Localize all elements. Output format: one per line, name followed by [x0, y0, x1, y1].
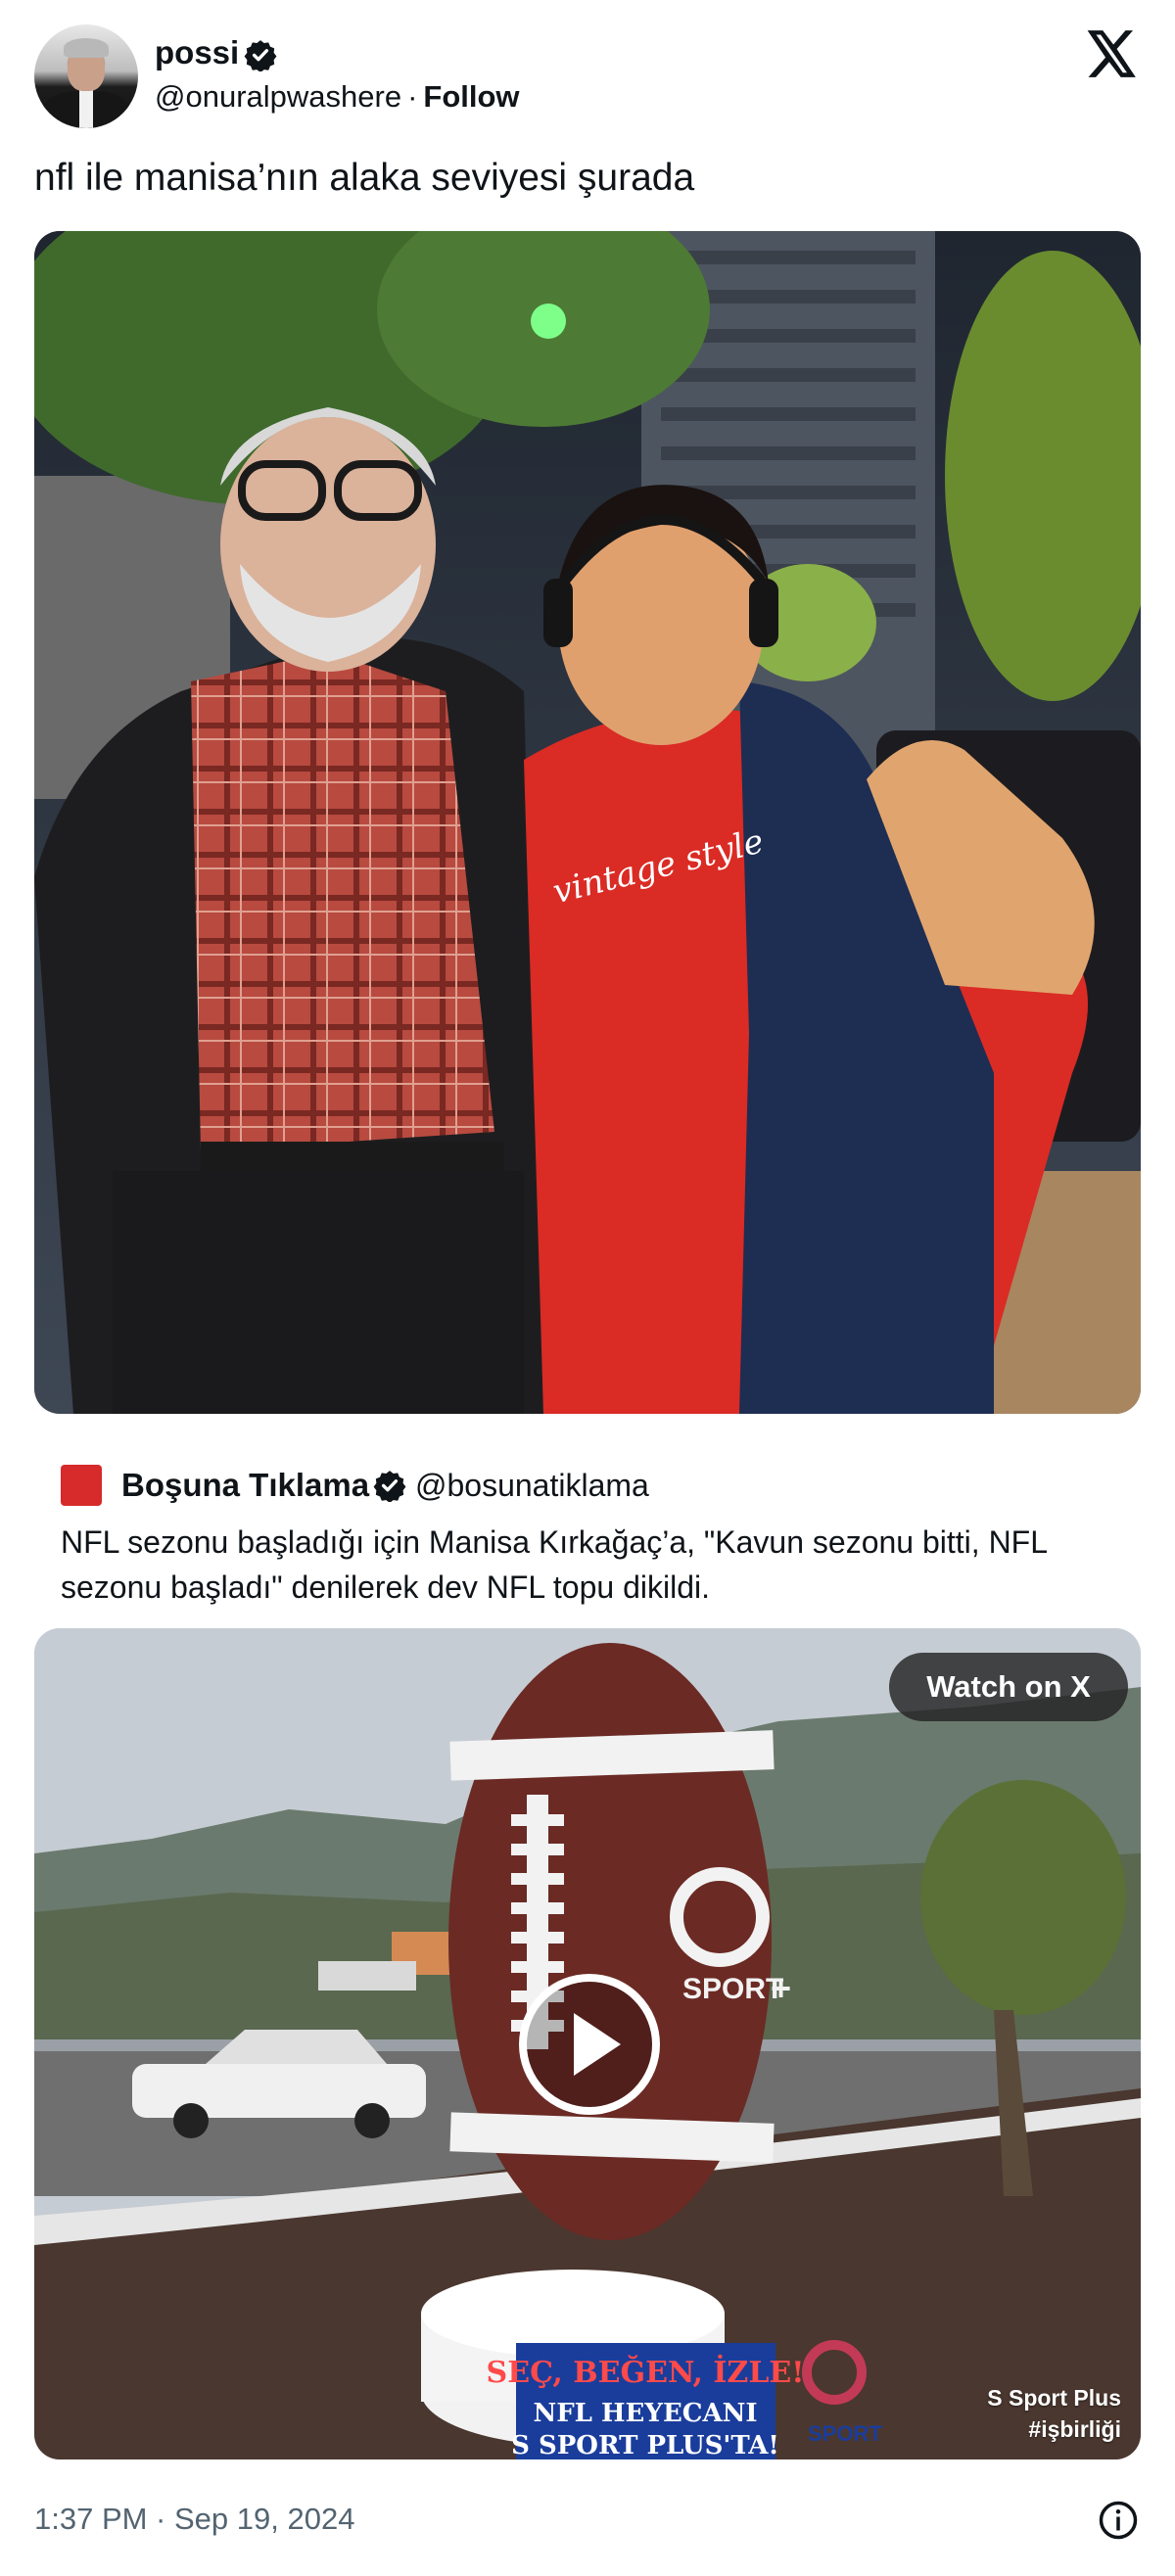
author-handle[interactable]: @onuralpwashere: [155, 79, 401, 114]
quoted-tweet-text: NFL sezonu başladığı için Manisa Kırkağa…: [61, 1524, 1047, 1605]
quoted-tweet-header[interactable]: Boşuna Tıklama @bosunatiklama: [61, 1463, 1138, 1506]
verified-badge-icon: [244, 40, 277, 71]
base-line1: SEÇ, BEĞEN, İZLE!: [487, 2354, 805, 2390]
ball-brand-text: SPORT: [682, 1973, 783, 2005]
separator: ·: [407, 79, 418, 114]
ball-brand-plus: +: [771, 1968, 791, 2008]
photo-illustration: vintage style: [34, 231, 1141, 1414]
watermark-line2: #işbirliği: [1028, 2416, 1121, 2442]
video-watermark: S Sport Plus #işbirliği: [974, 2382, 1121, 2445]
author-name[interactable]: possi: [155, 34, 239, 71]
author-handle-row: @onuralpwashere · Follow: [155, 79, 520, 115]
avatar[interactable]: [34, 24, 138, 128]
tweet-text: nfl ile manisa’nın alaka seviyesi şurada: [34, 157, 695, 199]
tweet-photo[interactable]: vintage style: [34, 231, 1141, 1414]
follow-button[interactable]: Follow: [423, 79, 519, 114]
base-logo-text: SPORT: [808, 2421, 882, 2446]
base-line2: NFL HEYECANI: [533, 2399, 757, 2428]
quote-author-logo: [61, 1465, 102, 1506]
tweet-header: possi @onuralpwashere · Follow: [34, 24, 1141, 132]
quote-author-name[interactable]: Boşuna Tıklama: [121, 1467, 369, 1504]
base-line3: S SPORT PLUS'TA!: [511, 2431, 779, 2459]
info-icon[interactable]: [1098, 2500, 1139, 2541]
watermark-line1: S Sport Plus: [987, 2385, 1121, 2411]
x-logo-icon[interactable]: [1087, 30, 1138, 77]
play-icon[interactable]: [517, 1972, 662, 2117]
quote-author-handle[interactable]: @bosunatiklama: [415, 1468, 649, 1504]
quoted-video[interactable]: SPORT + SEÇ, BEĞEN, İZLE! NFL HEYECANI S…: [34, 1628, 1141, 2459]
verified-badge-icon: [373, 1471, 406, 1502]
tweet-timestamp[interactable]: 1:37 PM · Sep 19, 2024: [34, 2502, 354, 2537]
watch-on-x-button[interactable]: Watch on X: [889, 1653, 1128, 1721]
